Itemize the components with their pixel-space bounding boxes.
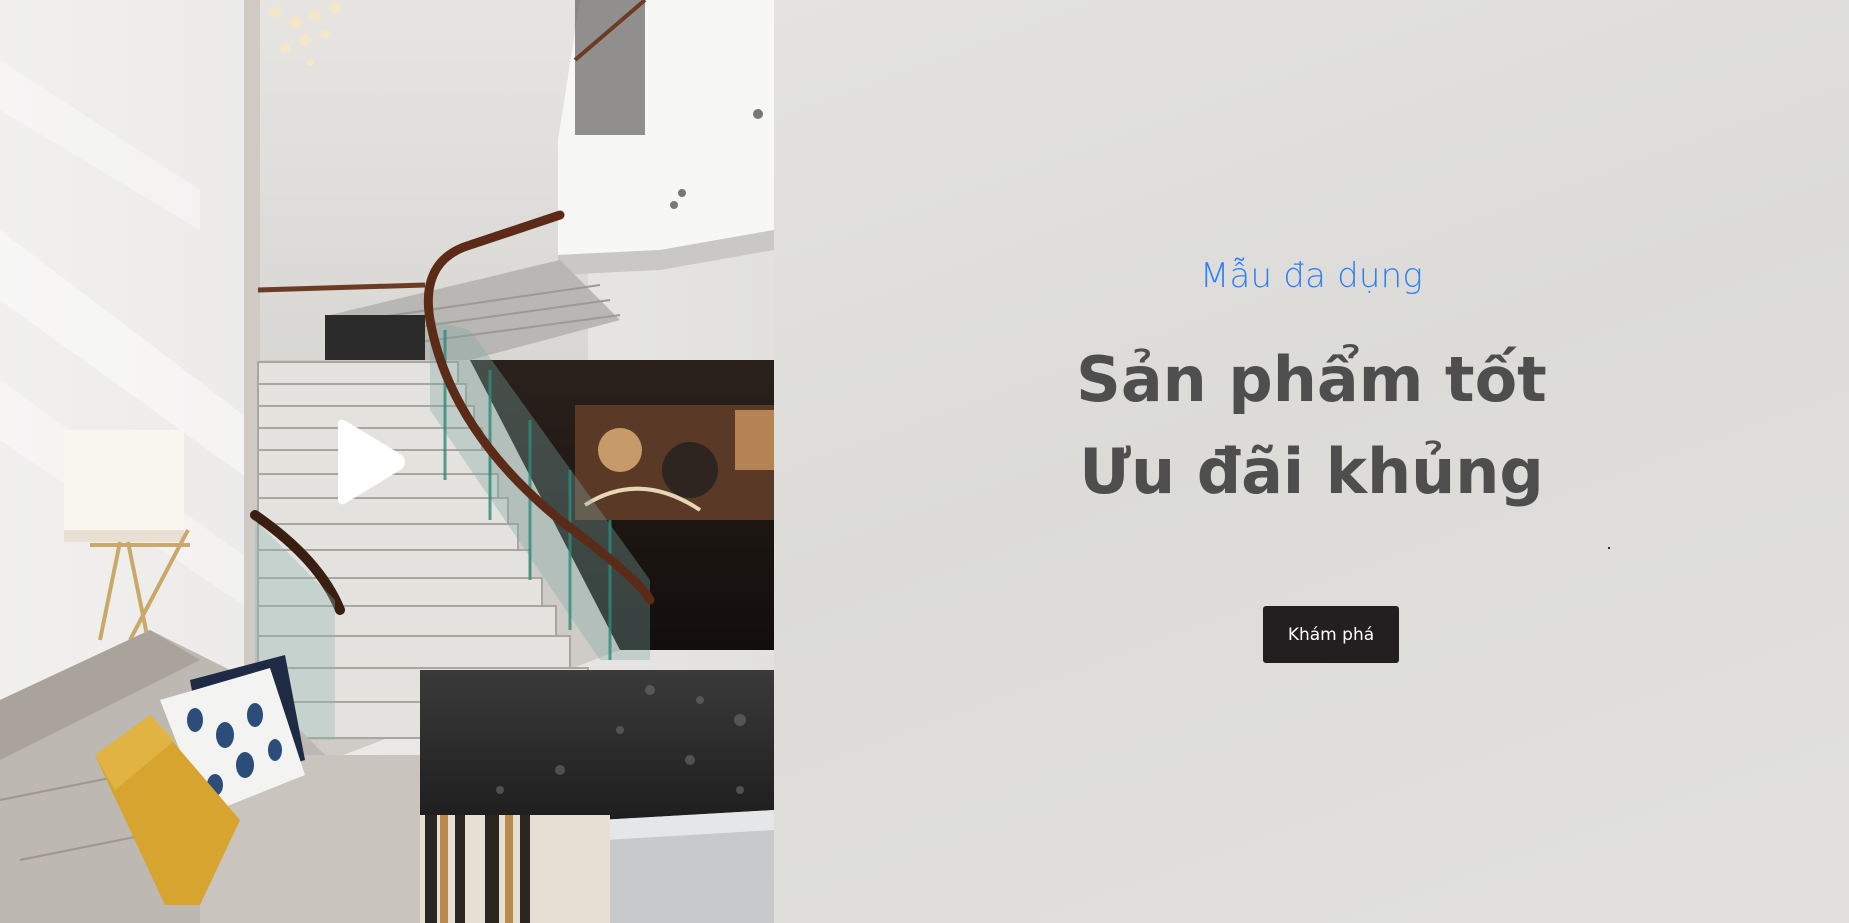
- decorative-dot: [1608, 547, 1610, 549]
- hero-content: Mẫu đa dụng Sản phẩm tốt Ưu đãi khủng Kh…: [774, 0, 1849, 923]
- video-thumbnail[interactable]: [0, 0, 774, 923]
- hero-headline: Sản phẩm tốt Ưu đãi khủng: [774, 334, 1849, 518]
- hero-section: Mẫu đa dụng Sản phẩm tốt Ưu đãi khủng Kh…: [0, 0, 1849, 923]
- explore-button[interactable]: Khám phá: [1263, 606, 1399, 663]
- play-icon[interactable]: [328, 417, 408, 507]
- headline-line-1: Sản phẩm tốt: [1076, 343, 1547, 416]
- headline-line-2: Ưu đãi khủng: [1079, 435, 1544, 508]
- hero-subtitle: Mẫu đa dụng: [1199, 256, 1424, 296]
